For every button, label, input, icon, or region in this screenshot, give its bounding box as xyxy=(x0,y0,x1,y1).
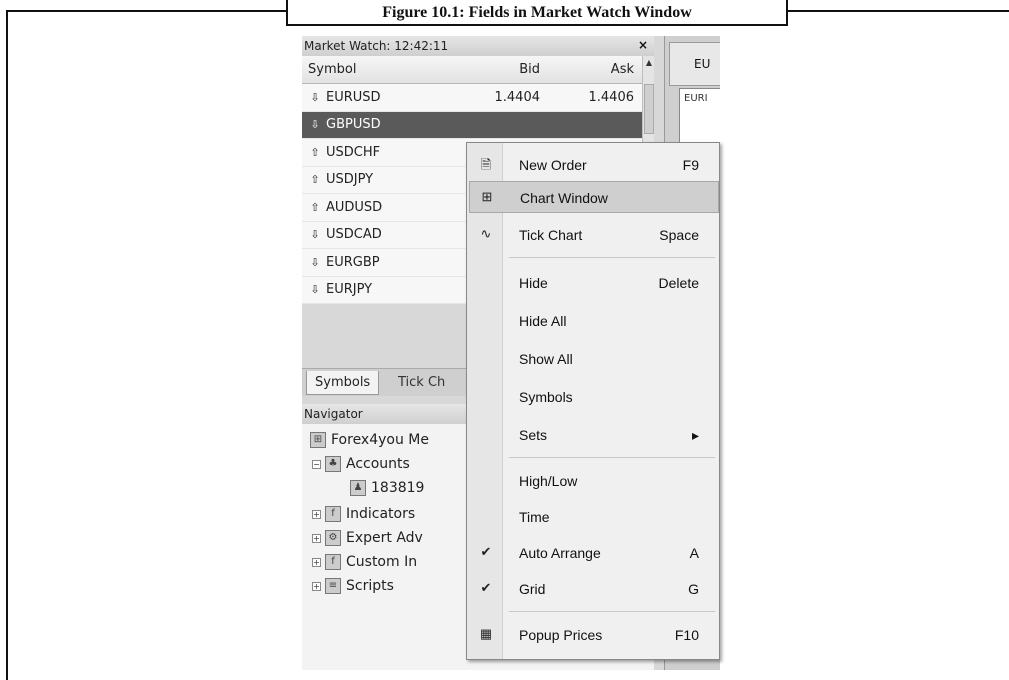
tree-item-expert-advisors[interactable]: + ⚙ Expert Adv xyxy=(312,526,423,550)
scrollbar-thumb[interactable] xyxy=(644,84,654,134)
close-icon[interactable]: × xyxy=(638,38,648,52)
menu-item-chart-window[interactable]: ⊞ Chart Window xyxy=(469,181,719,213)
symbol-name: EURGBP xyxy=(326,254,380,270)
arrow-down-icon: ⇩ xyxy=(310,118,320,132)
expand-icon[interactable]: + xyxy=(312,581,321,591)
submenu-arrow-icon: ▸ xyxy=(691,427,699,443)
tree-item-account-number[interactable]: ♟ 183819 xyxy=(350,476,424,500)
expand-icon[interactable]: + xyxy=(312,533,321,543)
arrow-down-icon: ⇩ xyxy=(310,255,320,269)
market-watch-title-bar: Market Watch: 12:42:11 xyxy=(302,36,654,56)
arrow-up-icon: ⇧ xyxy=(310,200,320,214)
menu-separator xyxy=(509,457,715,458)
menu-item-time[interactable]: Time xyxy=(469,501,719,533)
symbol-name: GBPUSD xyxy=(326,117,381,133)
column-header-bid[interactable]: Bid xyxy=(440,62,546,77)
tick-chart-icon: ∿ xyxy=(480,226,492,241)
tree-item-label: Expert Adv xyxy=(346,530,423,546)
symbol-name: USDJPY xyxy=(326,172,374,188)
tab-symbols[interactable]: Symbols xyxy=(306,371,380,395)
menu-item-show-all[interactable]: Show All xyxy=(469,343,719,375)
collapse-icon[interactable]: − xyxy=(312,459,321,469)
tree-item-label: Forex4you Me xyxy=(331,432,429,448)
accounts-icon: ♣ xyxy=(325,456,341,472)
checkmark-icon: ✔ xyxy=(480,580,492,595)
arrow-down-icon: ⇩ xyxy=(310,228,320,242)
tree-item-label: Custom In xyxy=(346,554,418,570)
symbol-name: AUDUSD xyxy=(326,199,383,215)
symbol-name: USDCHF xyxy=(326,144,381,160)
symbol-name: USDCAD xyxy=(326,227,382,243)
tree-item-custom-indicators[interactable]: + f Custom In xyxy=(312,550,417,574)
tree-item-label: 183819 xyxy=(371,480,425,496)
menu-item-popup-prices[interactable]: ▦ Popup Prices F10 xyxy=(469,619,719,651)
tree-item-label: Scripts xyxy=(346,578,394,594)
table-row[interactable]: ⇩ EURUSD 1.4404 1.4406 xyxy=(302,84,642,112)
figure-caption: Figure 10.1: Fields in Market Watch Wind… xyxy=(382,4,692,21)
tree-item-indicators[interactable]: + f Indicators xyxy=(312,502,415,526)
context-menu: 🗎 New Order F9 ⊞ Chart Window ∿ Tick Cha… xyxy=(466,142,720,660)
menu-item-high-low[interactable]: High/Low xyxy=(469,465,719,497)
tab-tick-chart[interactable]: Tick Ch xyxy=(390,371,453,395)
expand-icon[interactable]: + xyxy=(312,557,321,567)
tree-item-terminal[interactable]: ⊞ Forex4you Me xyxy=(310,428,429,452)
market-watch-header: Symbol Bid Ask xyxy=(302,56,642,84)
navigator-title: Navigator xyxy=(304,407,363,421)
expand-icon[interactable]: + xyxy=(312,509,321,519)
arrow-up-icon: ⇧ xyxy=(310,173,320,187)
custom-indicator-icon: f xyxy=(325,554,341,570)
arrow-down-icon: ⇩ xyxy=(310,283,320,297)
menu-item-grid[interactable]: ✔ Grid G xyxy=(469,573,719,605)
new-order-icon: 🗎 xyxy=(480,157,492,172)
checkmark-icon: ✔ xyxy=(480,544,492,559)
scroll-up-arrow-icon[interactable]: ▲ xyxy=(643,58,655,70)
column-header-symbol[interactable]: Symbol xyxy=(302,62,440,77)
symbol-name: EURUSD xyxy=(326,89,381,105)
script-icon: ≡ xyxy=(325,578,341,594)
tree-item-label: Accounts xyxy=(346,456,410,472)
ask-value: 1.4406 xyxy=(588,89,635,105)
chart-window-tab[interactable]: EU xyxy=(669,42,720,86)
chart-window-icon: ⊞ xyxy=(481,189,493,204)
user-icon: ♟ xyxy=(350,480,366,496)
indicator-icon: f xyxy=(325,506,341,522)
tree-item-scripts[interactable]: + ≡ Scripts xyxy=(312,574,394,598)
chart-tab-label: EU xyxy=(694,57,711,71)
menu-item-new-order[interactable]: 🗎 New Order F9 xyxy=(469,149,719,181)
terminal-icon: ⊞ xyxy=(310,432,326,448)
menu-item-hide-all[interactable]: Hide All xyxy=(469,305,719,337)
menu-separator xyxy=(509,611,715,612)
menu-separator xyxy=(509,257,715,258)
popup-prices-icon: ▦ xyxy=(479,626,493,641)
market-watch-title: Market Watch: 12:42:11 xyxy=(304,39,449,53)
arrow-down-icon: ⇩ xyxy=(310,90,320,104)
menu-item-sets[interactable]: Sets ▸ xyxy=(469,419,719,451)
symbol-name: EURJPY xyxy=(326,282,373,298)
menu-item-symbols[interactable]: Symbols xyxy=(469,381,719,413)
chart-symbol-label: EURI xyxy=(684,93,708,104)
arrow-up-icon: ⇧ xyxy=(310,145,320,159)
menu-item-hide[interactable]: Hide Delete xyxy=(469,267,719,299)
menu-item-auto-arrange[interactable]: ✔ Auto Arrange A xyxy=(469,537,719,569)
expert-icon: ⚙ xyxy=(325,530,341,546)
table-row-selected[interactable]: ⇩ GBPUSD xyxy=(302,111,642,139)
tree-item-label: Indicators xyxy=(346,506,416,522)
menu-item-tick-chart[interactable]: ∿ Tick Chart Space xyxy=(469,219,719,251)
column-header-ask[interactable]: Ask xyxy=(546,62,642,77)
bid-value: 1.4404 xyxy=(494,89,541,105)
figure-caption-box: Figure 10.1: Fields in Market Watch Wind… xyxy=(286,0,788,26)
tree-item-accounts[interactable]: − ♣ Accounts xyxy=(312,452,410,476)
